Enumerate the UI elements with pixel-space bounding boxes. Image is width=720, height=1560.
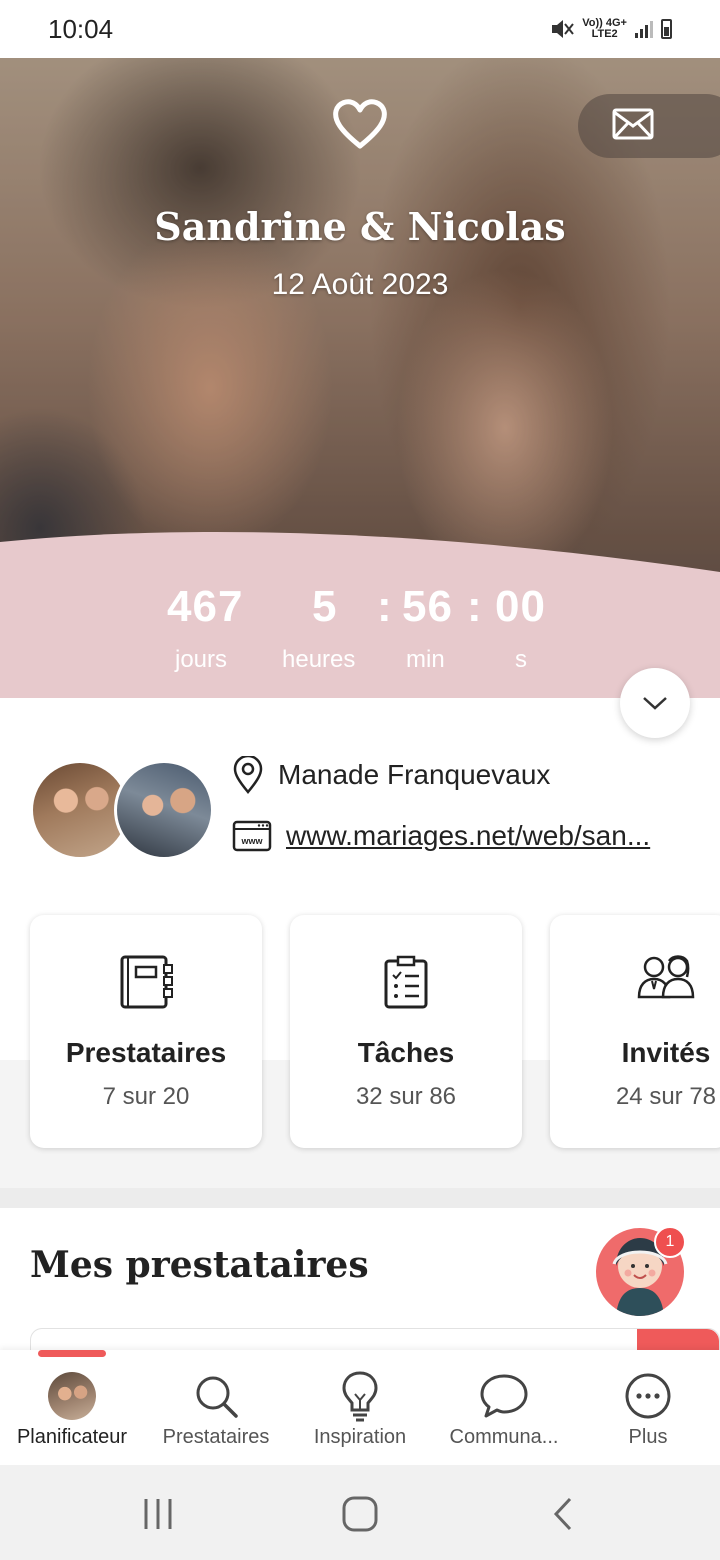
- venue-row[interactable]: Manade Franquevaux: [232, 756, 550, 794]
- countdown-minutes: 56: [402, 582, 453, 631]
- countdown-separator: :: [377, 582, 392, 631]
- countdown-separator: :: [467, 582, 482, 631]
- section-title: Mes prestataires: [30, 1244, 369, 1286]
- countdown-band: [0, 530, 720, 698]
- svg-text:www: www: [240, 836, 263, 846]
- battery-icon: [661, 19, 672, 39]
- nav-tab-communaute[interactable]: Communa...: [432, 1368, 576, 1449]
- notebook-icon: [120, 955, 173, 1009]
- countdown-hours-label: heures: [282, 646, 356, 673]
- more-icon: [625, 1373, 671, 1419]
- chat-bubble-icon: [480, 1374, 528, 1418]
- recents-icon[interactable]: [140, 1497, 176, 1531]
- stat-count: 24 sur 78: [615, 1083, 717, 1110]
- countdown-seconds-label: s: [515, 646, 527, 673]
- nav-label: Plus: [628, 1426, 668, 1448]
- avatar-icon: [48, 1372, 96, 1420]
- countdown-days-label: jours: [175, 646, 228, 673]
- venue-name: Manade Franquevaux: [278, 759, 551, 790]
- countdown-minutes-label: min: [406, 646, 445, 673]
- stat-card-taches[interactable]: Tâches 32 sur 86: [290, 915, 522, 1148]
- checklist-icon: [384, 955, 428, 1009]
- network-label: Vo)) 4G+ LTE2: [582, 17, 627, 40]
- nav-tab-plus[interactable]: Plus: [576, 1368, 720, 1449]
- bottom-nav: Planificateur Prestataires Inspiration C…: [0, 1350, 720, 1465]
- countdown-hours: 5: [312, 582, 338, 631]
- section-divider: [0, 1188, 720, 1208]
- heart-icon[interactable]: [330, 94, 390, 154]
- status-time: 10:04: [48, 13, 114, 44]
- nav-label: Communa...: [449, 1426, 559, 1448]
- status-icons: Vo)) 4G+ LTE2: [550, 18, 672, 40]
- countdown-days: 467: [167, 582, 244, 631]
- stat-count: 7 sur 20: [102, 1083, 190, 1110]
- nav-tab-planificateur[interactable]: Planificateur: [0, 1368, 144, 1449]
- wedding-date: 12 Août 2023: [271, 268, 449, 301]
- stat-card-invites[interactable]: Invités 24 sur 78: [550, 915, 720, 1148]
- website-icon: www: [232, 820, 272, 852]
- back-icon[interactable]: [548, 1495, 578, 1533]
- lightbulb-icon: [342, 1371, 378, 1422]
- stat-count: 32 sur 86: [355, 1083, 457, 1110]
- nav-label: Prestataires: [162, 1426, 270, 1448]
- location-pin-icon: [233, 756, 263, 794]
- nav-tab-prestataires[interactable]: Prestataires: [144, 1368, 288, 1449]
- website-link[interactable]: www.mariages.net/web/san...: [286, 820, 650, 852]
- search-icon: [196, 1376, 238, 1418]
- mute-icon: [552, 20, 575, 38]
- signal-icon: [635, 20, 653, 38]
- nav-label: Inspiration: [313, 1426, 407, 1448]
- website-row[interactable]: www www.mariages.net/web/san...: [232, 820, 650, 852]
- mail-icon[interactable]: [612, 108, 654, 140]
- couple-avatars[interactable]: [30, 760, 214, 860]
- nav-tab-inspiration[interactable]: Inspiration: [288, 1368, 432, 1449]
- active-tab-indicator: [38, 1350, 106, 1357]
- stat-title: Tâches: [357, 1037, 455, 1068]
- countdown-seconds: 00: [495, 582, 546, 631]
- nav-label: Planificateur: [16, 1426, 128, 1448]
- stat-title: Prestataires: [65, 1037, 227, 1068]
- stat-card-prestataires[interactable]: Prestataires 7 sur 20: [30, 915, 262, 1148]
- guests-icon: [637, 955, 695, 999]
- notification-badge: 1: [654, 1226, 686, 1258]
- couple-names: Sandrine & Nicolas: [154, 204, 566, 249]
- expand-button[interactable]: [620, 668, 690, 738]
- status-bar: 10:04 Vo)) 4G+ LTE2: [0, 0, 720, 58]
- system-nav-bar: [0, 1465, 720, 1560]
- avatar: [114, 760, 214, 860]
- chevron-down-icon: [643, 697, 667, 710]
- stat-title: Invités: [621, 1037, 711, 1068]
- home-icon[interactable]: [340, 1495, 380, 1533]
